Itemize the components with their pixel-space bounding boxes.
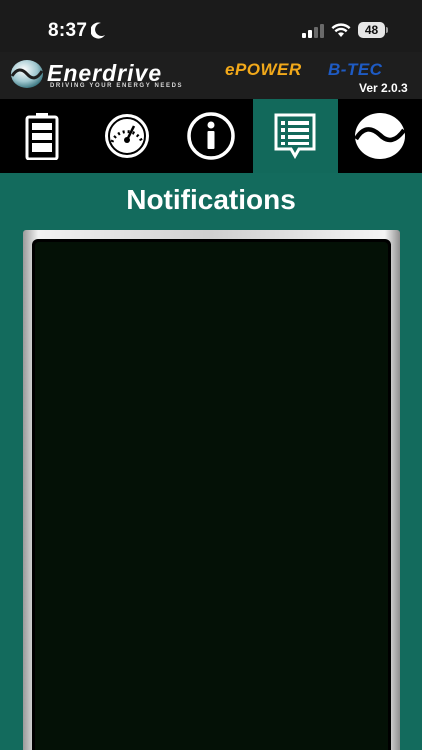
product-name-btec: B-TEC <box>328 60 383 79</box>
app-version: Ver 2.0.3 <box>359 81 408 95</box>
wifi-icon <box>331 23 351 37</box>
page-title: Notifications <box>126 184 296 215</box>
cellular-signal-icon <box>302 24 324 38</box>
notifications-panel-frame <box>23 230 400 750</box>
enerdrive-logo-icon <box>10 60 44 88</box>
tab-bar <box>0 99 422 173</box>
tab-gauge[interactable] <box>84 99 168 173</box>
gauge-icon <box>104 114 149 158</box>
battery-indicator: 48 <box>358 22 385 38</box>
tab-enerdrive[interactable] <box>338 99 422 173</box>
status-bar: 8:37 48 <box>0 0 422 52</box>
tab-info[interactable] <box>169 99 253 173</box>
status-time: 8:37 <box>48 20 88 41</box>
moon-icon <box>91 22 105 39</box>
tab-battery[interactable] <box>0 99 84 173</box>
notifications-panel <box>32 239 391 750</box>
info-icon <box>187 112 235 160</box>
notification-list[interactable] <box>35 242 388 750</box>
brand-tagline: DRIVING YOUR ENERGY NEEDS <box>50 83 184 89</box>
enerdrive-wave-icon <box>353 113 406 159</box>
app-header: Enerdrive DRIVING YOUR ENERGY NEEDS ePOW… <box>0 52 422 99</box>
notifications-list-icon <box>274 113 316 159</box>
battery-tip <box>386 27 388 33</box>
tab-notifications[interactable] <box>253 99 338 173</box>
notifications-screen: Notifications <box>0 173 422 750</box>
battery-icon <box>25 113 59 160</box>
product-name-epower: ePOWER <box>225 60 302 79</box>
